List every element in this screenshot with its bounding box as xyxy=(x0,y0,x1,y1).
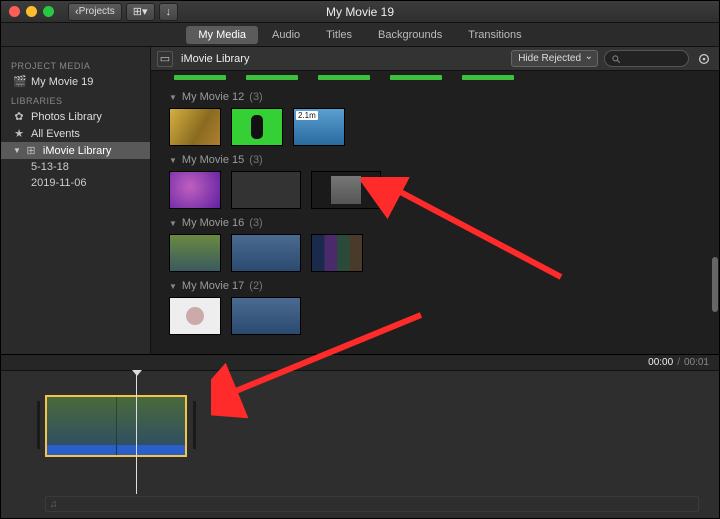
disclosure-triangle-icon[interactable]: ▼ xyxy=(169,156,177,165)
expander-icon[interactable]: ▼ xyxy=(13,146,21,155)
import-icon: ↓ xyxy=(166,6,172,18)
layout-icon: ⊞▾ xyxy=(133,5,148,18)
event-name: My Movie 15 xyxy=(182,154,244,166)
sidebar-item-label: Photos Library xyxy=(31,111,102,123)
import-button[interactable]: ↓ xyxy=(159,3,179,21)
sidebar-item-event-2[interactable]: 2019-11-06 xyxy=(1,175,150,191)
clip-thumbnail[interactable] xyxy=(169,297,221,335)
event-group: ▼ My Movie 15 (3) xyxy=(169,154,701,209)
clip-thumbnail[interactable] xyxy=(169,234,221,272)
browser-header: ▭ iMovie Library Hide Rejected xyxy=(151,47,719,71)
sidebar-item-photos[interactable]: ✿ Photos Library xyxy=(1,108,150,125)
sidebar-item-label: iMovie Library xyxy=(43,145,111,157)
gear-icon xyxy=(697,52,711,66)
project-name: My Movie 19 xyxy=(31,76,93,88)
event-header[interactable]: ▼ My Movie 17 (2) xyxy=(169,280,701,292)
event-group: ▼ My Movie 12 (3) 2.1m xyxy=(169,91,701,146)
event-name: My Movie 12 xyxy=(182,91,244,103)
event-count: (2) xyxy=(249,280,262,292)
event-browser[interactable]: ▼ My Movie 12 (3) 2.1m ▼ My Movie 15 xyxy=(151,71,719,354)
timeline[interactable]: ♫ xyxy=(1,371,719,518)
clip-thumbnail[interactable] xyxy=(311,171,381,209)
search-input[interactable] xyxy=(604,50,689,67)
content: ▭ iMovie Library Hide Rejected xyxy=(151,47,719,354)
titlebar: ‹ Projects ⊞▾ ↓ My Movie 19 xyxy=(1,1,719,23)
tab-titles[interactable]: Titles xyxy=(314,26,364,44)
zoom-button[interactable] xyxy=(43,6,54,17)
event-header[interactable]: ▼ My Movie 15 (3) xyxy=(169,154,701,166)
tab-transitions[interactable]: Transitions xyxy=(456,26,533,44)
event-header[interactable]: ▼ My Movie 12 (3) xyxy=(169,91,701,103)
sidebar-item-label: 2019-11-06 xyxy=(31,177,86,189)
event-count: (3) xyxy=(249,217,262,229)
event-header[interactable]: ▼ My Movie 16 (3) xyxy=(169,217,701,229)
clapper-icon: 🎬 xyxy=(13,75,25,88)
playhead[interactable] xyxy=(136,371,137,494)
sidebar-item-label: All Events xyxy=(31,128,80,140)
sidebar: PROJECT MEDIA 🎬 My Movie 19 LIBRARIES ✿ … xyxy=(1,47,151,354)
scrollbar[interactable] xyxy=(712,257,718,312)
clip-thumbnail[interactable] xyxy=(311,234,363,272)
flower-icon: ✿ xyxy=(13,110,25,123)
time-separator: / xyxy=(677,357,680,368)
sidebar-project[interactable]: 🎬 My Movie 19 xyxy=(1,73,150,90)
clip-thumbnail[interactable] xyxy=(231,297,301,335)
clip-thumbnail[interactable] xyxy=(169,171,221,209)
clip-trim-handle-left[interactable] xyxy=(37,401,40,449)
event-group: ▼ My Movie 17 (2) xyxy=(169,280,701,335)
minimize-button[interactable] xyxy=(26,6,37,17)
toolbar-buttons: ‹ Projects ⊞▾ ↓ xyxy=(68,3,178,21)
event-group: ▼ My Movie 16 (3) xyxy=(169,217,701,272)
tab-audio[interactable]: Audio xyxy=(260,26,312,44)
clip-thumbnail[interactable] xyxy=(231,234,301,272)
library-title: iMovie Library xyxy=(181,53,249,65)
sidebar-item-event-1[interactable]: 5-13-18 xyxy=(1,159,150,175)
duration-badge: 2.1m xyxy=(296,111,318,120)
search-icon xyxy=(611,54,621,64)
disclosure-triangle-icon[interactable]: ▼ xyxy=(169,219,177,228)
window: ‹ Projects ⊞▾ ↓ My Movie 19 My Media Aud… xyxy=(0,0,720,519)
event-count: (3) xyxy=(249,154,262,166)
filter-select[interactable]: Hide Rejected xyxy=(511,50,598,67)
sidebar-header-libraries: LIBRARIES xyxy=(1,90,150,108)
event-name: My Movie 16 xyxy=(182,217,244,229)
tab-backgrounds[interactable]: Backgrounds xyxy=(366,26,454,44)
layout-button[interactable]: ⊞▾ xyxy=(126,3,155,21)
clip-trim-handle-right[interactable] xyxy=(193,401,196,449)
sidebar-item-all-events[interactable]: ★ All Events xyxy=(1,125,150,142)
sidebar-item-imovie-library[interactable]: ▼ ⊞ iMovie Library xyxy=(1,142,150,159)
clip-thumbnail[interactable]: 2.1m xyxy=(293,108,345,146)
main-area: PROJECT MEDIA 🎬 My Movie 19 LIBRARIES ✿ … xyxy=(1,47,719,354)
tab-my-media[interactable]: My Media xyxy=(186,26,258,44)
filmstrip-row xyxy=(174,75,701,83)
total-time: 00:01 xyxy=(684,357,709,368)
list-view-toggle[interactable]: ▭ xyxy=(157,51,173,67)
back-to-projects-button[interactable]: ‹ Projects xyxy=(68,3,122,21)
event-count: (3) xyxy=(249,91,262,103)
music-icon: ♫ xyxy=(50,499,58,510)
current-time: 00:00 xyxy=(648,357,673,368)
back-label: Projects xyxy=(79,6,115,17)
settings-button[interactable] xyxy=(695,50,713,68)
sidebar-item-label: 5-13-18 xyxy=(31,161,69,173)
timeline-clip[interactable] xyxy=(45,395,187,457)
timeline-section: 00:00 / 00:01 ♫ xyxy=(1,354,719,518)
traffic-lights xyxy=(9,6,54,17)
disclosure-triangle-icon[interactable]: ▼ xyxy=(169,282,177,291)
star-icon: ★ xyxy=(13,127,25,140)
audio-track[interactable]: ♫ xyxy=(45,496,699,512)
time-ruler: 00:00 / 00:01 xyxy=(1,355,719,371)
disclosure-triangle-icon[interactable]: ▼ xyxy=(169,93,177,102)
library-icon: ⊞ xyxy=(25,144,37,157)
event-name: My Movie 17 xyxy=(182,280,244,292)
clip-thumbnail[interactable] xyxy=(231,108,283,146)
sidebar-header-project: PROJECT MEDIA xyxy=(1,55,150,73)
clip-thumbnail[interactable] xyxy=(231,171,301,209)
media-tabs: My Media Audio Titles Backgrounds Transi… xyxy=(1,23,719,47)
close-button[interactable] xyxy=(9,6,20,17)
clip-thumbnail[interactable] xyxy=(169,108,221,146)
